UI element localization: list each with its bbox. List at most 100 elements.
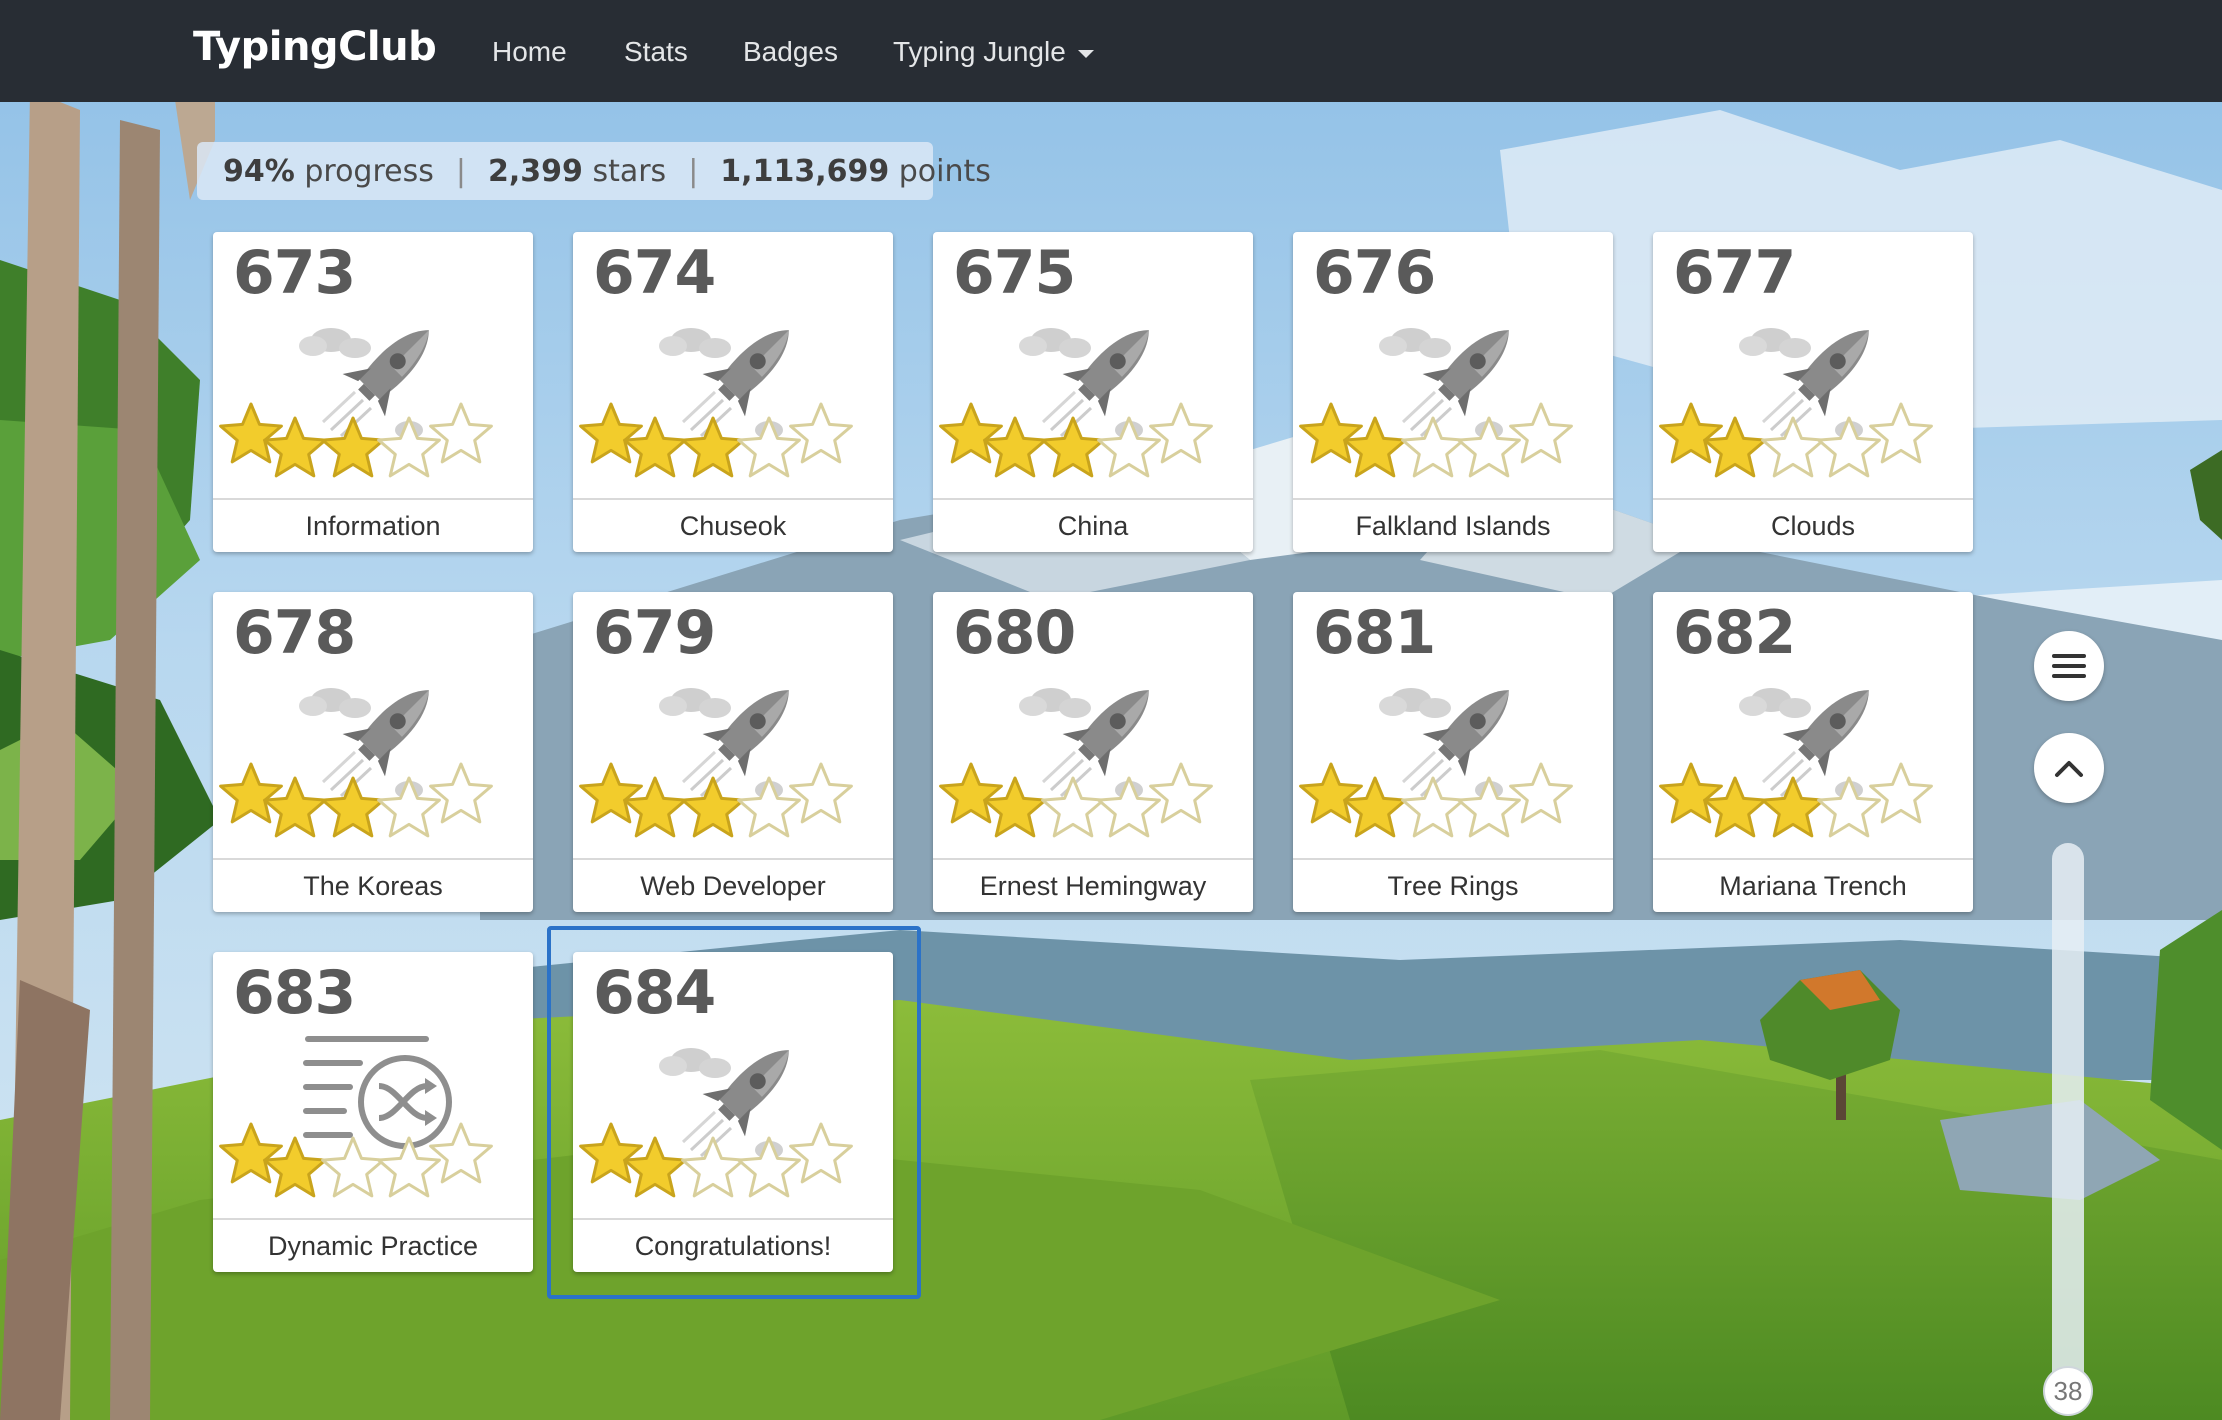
lesson-title: Dynamic Practice bbox=[213, 1218, 533, 1272]
nav-badges[interactable]: Badges bbox=[743, 36, 838, 68]
lesson-number: 674 bbox=[593, 238, 716, 308]
progress-label: progress bbox=[304, 153, 434, 189]
lesson-art bbox=[1299, 328, 1573, 478]
lesson-number: 676 bbox=[1313, 238, 1436, 308]
nav-stats[interactable]: Stats bbox=[624, 36, 688, 68]
star-empty-icon bbox=[1869, 402, 1933, 464]
star-empty-icon bbox=[321, 1136, 385, 1198]
lesson-art bbox=[579, 328, 853, 478]
lesson-number: 679 bbox=[593, 598, 716, 668]
lesson-title: Clouds bbox=[1653, 498, 1973, 552]
star-empty-icon bbox=[1401, 776, 1465, 838]
star-empty-icon bbox=[1761, 416, 1825, 478]
chevron-up-icon bbox=[2055, 761, 2083, 777]
star-rating bbox=[579, 762, 853, 838]
lesson-number: 683 bbox=[233, 958, 356, 1028]
divider: | bbox=[455, 153, 466, 189]
rocket-icon bbox=[1739, 328, 1869, 439]
star-filled-icon bbox=[1299, 762, 1363, 824]
star-empty-icon bbox=[1041, 776, 1105, 838]
progress-value: 94% bbox=[223, 153, 295, 189]
star-rating bbox=[1299, 762, 1573, 838]
star-rating bbox=[579, 1122, 853, 1198]
nav-home[interactable]: Home bbox=[492, 36, 567, 68]
lesson-art bbox=[939, 328, 1213, 478]
star-rating bbox=[219, 1122, 493, 1198]
lesson-art bbox=[579, 1048, 853, 1198]
lesson-title: Falkland Islands bbox=[1293, 498, 1613, 552]
star-empty-icon bbox=[789, 762, 853, 824]
star-empty-icon bbox=[789, 402, 853, 464]
star-filled-icon bbox=[579, 762, 643, 824]
star-empty-icon bbox=[1509, 402, 1573, 464]
star-filled-icon bbox=[219, 1122, 283, 1184]
lesson-number: 678 bbox=[233, 598, 356, 668]
scroll-up-button[interactable] bbox=[2034, 733, 2104, 803]
star-filled-icon bbox=[681, 776, 745, 838]
hamburger-icon bbox=[2052, 654, 2086, 678]
lesson-card[interactable]: 675 China bbox=[933, 232, 1253, 552]
points-label: points bbox=[898, 153, 991, 189]
star-filled-icon bbox=[1761, 776, 1825, 838]
rocket-icon bbox=[659, 328, 789, 439]
star-filled-icon bbox=[219, 402, 283, 464]
star-rating bbox=[939, 762, 1213, 838]
top-navbar: TypingClub Home Stats Badges Typing Jung… bbox=[0, 0, 2222, 102]
lesson-title: Ernest Hemingway bbox=[933, 858, 1253, 912]
progress-summary: 94% progress | 2,399 stars | 1,113,699 p… bbox=[197, 142, 991, 200]
lesson-title: Web Developer bbox=[573, 858, 893, 912]
rocket-icon bbox=[1019, 328, 1149, 439]
star-filled-icon bbox=[579, 1122, 643, 1184]
star-filled-icon bbox=[681, 416, 745, 478]
progress-scroll-track[interactable] bbox=[2052, 843, 2084, 1403]
rocket-icon bbox=[659, 1048, 789, 1159]
star-empty-icon bbox=[789, 1122, 853, 1184]
lesson-art bbox=[219, 1036, 493, 1198]
star-filled-icon bbox=[939, 762, 1003, 824]
divider: | bbox=[688, 153, 699, 189]
lesson-number: 675 bbox=[953, 238, 1076, 308]
brand-logo[interactable]: TypingClub bbox=[193, 24, 437, 70]
rocket-icon bbox=[1739, 688, 1869, 799]
stars-label: stars bbox=[592, 153, 667, 189]
star-rating bbox=[1299, 402, 1573, 478]
lesson-card[interactable]: 683 Dynamic Practice bbox=[213, 952, 533, 1272]
lesson-card[interactable]: 679 Web Developer bbox=[573, 592, 893, 912]
lesson-card[interactable]: 680 Ernest Hemingway bbox=[933, 592, 1253, 912]
star-empty-icon bbox=[1401, 416, 1465, 478]
star-empty-icon bbox=[429, 402, 493, 464]
star-filled-icon bbox=[1659, 762, 1723, 824]
lesson-card[interactable]: 676 Falkland Islands bbox=[1293, 232, 1613, 552]
lesson-card[interactable]: 682 Mariana Trench bbox=[1653, 592, 1973, 912]
lesson-number: 673 bbox=[233, 238, 356, 308]
lesson-card[interactable]: 673 Information bbox=[213, 232, 533, 552]
lesson-art bbox=[1299, 688, 1573, 838]
rocket-icon bbox=[299, 688, 429, 799]
star-filled-icon bbox=[1299, 402, 1363, 464]
lesson-number: 684 bbox=[593, 958, 716, 1028]
menu-button[interactable] bbox=[2034, 631, 2104, 701]
lesson-art bbox=[1659, 688, 1933, 838]
lesson-card[interactable]: 684 Congratulations! bbox=[573, 952, 893, 1272]
rocket-icon bbox=[1019, 688, 1149, 799]
star-filled-icon bbox=[321, 776, 385, 838]
lesson-title: The Koreas bbox=[213, 858, 533, 912]
lesson-card[interactable]: 677 Clouds bbox=[1653, 232, 1973, 552]
lesson-card[interactable]: 681 Tree Rings bbox=[1293, 592, 1613, 912]
lesson-art bbox=[219, 328, 493, 478]
star-filled-icon bbox=[1041, 416, 1105, 478]
star-rating bbox=[219, 402, 493, 478]
star-rating bbox=[579, 402, 853, 478]
page-indicator[interactable]: 38 bbox=[2043, 1366, 2093, 1416]
lesson-card[interactable]: 678 The Koreas bbox=[213, 592, 533, 912]
caret-down-icon bbox=[1077, 49, 1094, 58]
lesson-art bbox=[579, 688, 853, 838]
shuffle-icon bbox=[303, 1036, 452, 1149]
nav-course-dropdown[interactable]: Typing Jungle bbox=[893, 36, 1094, 68]
lesson-title: Congratulations! bbox=[573, 1218, 893, 1272]
star-empty-icon bbox=[429, 762, 493, 824]
rocket-icon bbox=[1379, 688, 1509, 799]
nav-course-label: Typing Jungle bbox=[893, 36, 1066, 67]
lesson-art bbox=[1659, 328, 1933, 478]
lesson-card[interactable]: 674 Chuseok bbox=[573, 232, 893, 552]
